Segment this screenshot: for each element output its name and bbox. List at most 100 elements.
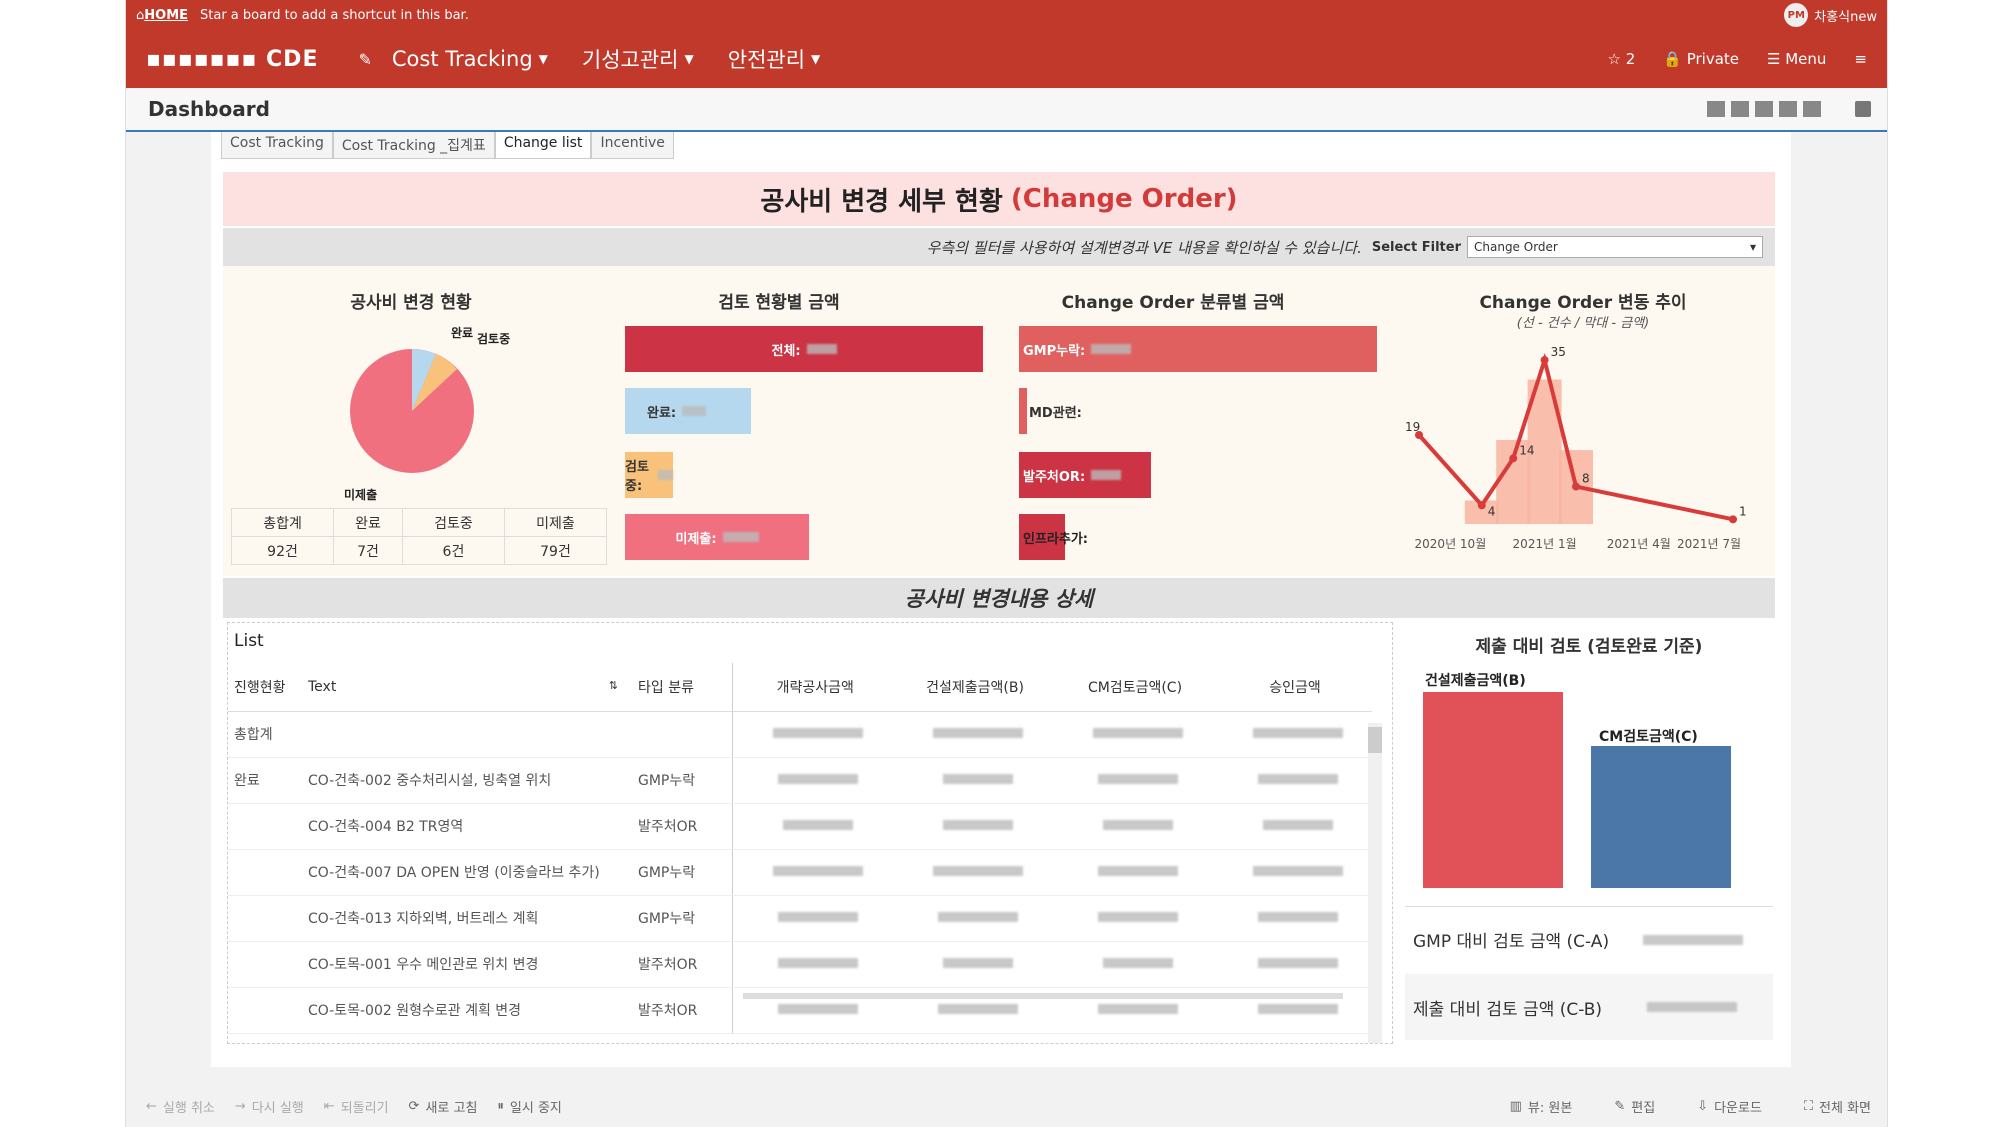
redacted-cell [892,803,1052,850]
fullscreen-button[interactable]: ⛶ 전체 화면 [1804,1097,1871,1116]
trend-x-tick: 2021년 1월 [1513,537,1577,551]
view-label: 뷰: 원본 [1527,1100,1573,1116]
bar-review[interactable]: 검토중: [625,452,673,498]
row-type: 발주처OR [632,803,732,850]
undo-label: 실행 취소 [162,1100,215,1116]
redacted-cell [892,941,1052,988]
username[interactable]: 차홍식new [1814,6,1877,25]
tab-change-list[interactable]: Change list [494,132,592,159]
redo-button[interactable]: → 다시 실행 [235,1097,304,1116]
bar-gmp-label: GMP누락: [1023,343,1086,359]
banner-highlight: (Change Order) [1010,184,1238,214]
revert-label: 되돌리기 [340,1100,389,1116]
scroll-thumb[interactable] [1368,727,1382,753]
sort-icon[interactable]: ⇅ [609,679,618,692]
pause-button[interactable]: ⏸ 일시 중지 [497,1097,561,1116]
trend-point[interactable] [1572,482,1580,491]
undo-icon: ← [146,1098,157,1114]
star-button[interactable]: ☆ 2 [1607,50,1635,68]
refresh-button[interactable]: ⟳ 새로 고침 [409,1097,478,1116]
layout-split-icon[interactable] [1779,101,1797,117]
revert-button[interactable]: ⇤ 되돌리기 [324,1097,389,1116]
hamburger-icon[interactable]: ≡ [1854,50,1867,68]
redacted-cell [731,849,892,896]
bar-owner-or[interactable]: 발주처OR: [1019,452,1151,498]
download-button[interactable]: ⇩ 다운로드 [1697,1097,1762,1116]
trend-point[interactable] [1540,356,1549,365]
download-icon: ⇩ [1697,1098,1709,1114]
bar-cm-reviewed[interactable] [1591,746,1731,888]
row-text: CO-건축-007 DA OPEN 반영 (이중슬라브 추가) [302,849,632,896]
summary-value: 92건 [230,536,335,565]
col-submitted[interactable]: 건설제출금액(B) [892,663,1052,712]
avatar[interactable]: PM [1784,3,1809,27]
trend-data-label: 8 [1582,472,1590,486]
pie-label-complete: 완료 [451,326,474,340]
bar-md[interactable]: MD관련: [1019,388,1082,434]
table-row[interactable]: 완료 CO-건축-002 중수처리시설, 빙축열 위치 GMP누락 [228,757,1372,804]
trend-x-tick: 2021년 7월 [1677,537,1741,551]
bar-gmp[interactable]: GMP누락: [1019,326,1377,372]
trend-point[interactable] [1509,454,1518,463]
bar-complete[interactable]: 완료: [625,388,751,434]
nav-cost-tracking[interactable]: Cost Tracking ▼ [392,47,548,71]
filter-value: Change Order [1474,240,1558,254]
tab-cost-tracking[interactable]: Cost Tracking [221,132,333,159]
menu-button[interactable]: ☰ Menu [1767,50,1826,68]
col-estimate[interactable]: 개략공사금액 [731,663,892,712]
table-row[interactable]: CO-건축-013 지하외벽, 버트레스 계획 GMP누락 [228,895,1372,942]
col-text[interactable]: Text ⇅ [302,663,632,712]
nav-safety-mgmt[interactable]: 안전관리 ▼ [728,44,821,74]
edit-button[interactable]: ✎ 편집 [1614,1097,1655,1116]
table-row[interactable]: CO-토목-001 우수 메인관로 위치 변경 발주처OR [228,941,1372,988]
home-icon[interactable]: ⌂ [136,8,144,23]
redacted-value [1091,344,1132,354]
bar-owner-or-label: 발주처OR: [1023,469,1086,485]
layout-3col-icon[interactable] [1755,101,1773,117]
col-type[interactable]: 타입 분류 [632,663,732,712]
layout-grid-icon[interactable] [1803,101,1821,117]
table-row[interactable]: CO-건축-004 B2 TR영역 발주처OR [228,803,1372,850]
horizontal-scrollbar[interactable] [743,993,1343,999]
private-button[interactable]: 🔒 Private [1663,50,1739,68]
change-list-table: 진행현황 Text ⇅ 타입 분류 개략공사금액 건설제출금액(B) CM검토금액… [228,663,1372,1034]
col-approved[interactable]: 승인금액 [1212,663,1372,712]
banner-main: 공사비 변경 세부 현황 [760,186,1003,217]
redacted-value [657,470,673,480]
vertical-scrollbar[interactable] [1368,723,1382,1043]
row-type: 발주처OR [632,987,732,1034]
redacted-cell [892,849,1052,896]
row-type: 발주처OR [632,941,732,988]
nav-progress-mgmt[interactable]: 기성고관리 ▼ [582,44,694,74]
app-logo[interactable]: ▪▪▪▪▪▪▪ CDE [146,47,318,72]
redacted-cell [1052,803,1212,850]
home-link[interactable]: HOME [144,8,188,23]
layout-1col-icon[interactable] [1707,101,1725,117]
trend-point[interactable] [1729,515,1737,524]
caret-down-icon: ▼ [538,52,548,66]
trend-point[interactable] [1477,501,1486,510]
bar-total[interactable]: 전체: [625,326,983,372]
table-row[interactable]: 총합계 [228,711,1372,758]
filter-select[interactable]: Change Order ▾ [1467,236,1763,258]
redo-label: 다시 실행 [251,1100,304,1116]
app-frame: ⌂ HOME Star a board to add a shortcut in… [125,0,1888,1127]
bar-submitted[interactable] [1423,692,1563,888]
tab-cost-tracking-summary[interactable]: Cost Tracking _집계표 [332,132,495,159]
bar-pending[interactable]: 미제출: [625,514,809,560]
edit-icon[interactable]: ✎ [358,50,371,69]
col-cm-reviewed[interactable]: CM검토금액(C) [1052,663,1212,712]
redacted-cell [731,757,892,804]
tab-incentive[interactable]: Incentive [591,132,674,159]
redacted-cell [731,941,892,988]
filter-hint: 우측의 필터를 사용하여 설계변경과 VE 내용을 확인하실 수 있습니다. [926,238,1362,257]
layout-2col-icon[interactable] [1731,101,1749,117]
bar-review-label: 검토중: [625,460,649,494]
col-status[interactable]: 진행현황 [228,663,302,712]
view-button[interactable]: ▥ 뷰: 원본 [1510,1097,1573,1116]
undo-button[interactable]: ← 실행 취소 [146,1097,215,1116]
user-menu[interactable]: PM 차홍식new [1784,3,1877,27]
table-row[interactable]: CO-건축-007 DA OPEN 반영 (이중슬라브 추가) GMP누락 [228,849,1372,896]
bar-infra[interactable]: 인프라추가: [1019,514,1088,560]
minimize-icon[interactable] [1855,101,1871,117]
